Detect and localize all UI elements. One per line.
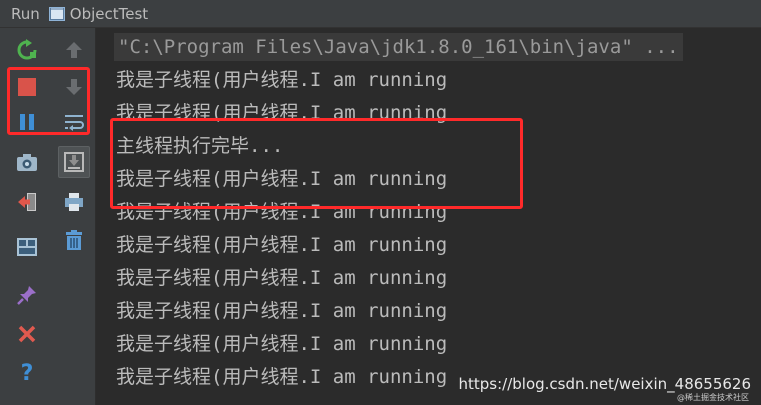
run-tab-objecttest[interactable]: ObjectTest bbox=[70, 5, 148, 23]
help-icon: ? bbox=[21, 361, 34, 384]
console-window-icon bbox=[48, 6, 65, 21]
stop-pause-highlight-box bbox=[7, 67, 90, 135]
up-arrow-icon bbox=[66, 42, 82, 58]
run-tool-window-header: Run ObjectTest bbox=[0, 0, 761, 28]
run-label: Run bbox=[11, 4, 40, 23]
camera-icon bbox=[17, 154, 37, 171]
close-button[interactable] bbox=[13, 320, 41, 348]
layout-icon bbox=[17, 238, 37, 256]
print-button[interactable] bbox=[60, 188, 88, 216]
scroll-to-end-icon bbox=[64, 152, 84, 172]
console-line: 我是子线程(用户线程.I am running bbox=[116, 366, 448, 388]
console-line: 我是子线程(用户线程.I am running bbox=[116, 69, 448, 91]
watermark-url: https://blog.csdn.net/weixin_48655626 bbox=[458, 375, 751, 393]
console-line: 我是子线程(用户线程.I am running bbox=[116, 333, 448, 355]
console-line: 我是子线程(用户线程.I am running bbox=[116, 234, 448, 256]
console-output[interactable]: "C:\Program Files\Java\jdk1.8.0_161\bin\… bbox=[96, 28, 761, 405]
trash-icon bbox=[66, 230, 82, 250]
main-thread-highlight-box bbox=[110, 118, 523, 209]
console-line: 我是子线程(用户线程.I am running bbox=[116, 300, 448, 322]
pin-icon bbox=[17, 286, 36, 305]
command-line: "C:\Program Files\Java\jdk1.8.0_161\bin\… bbox=[114, 33, 683, 61]
scroll-to-end-button[interactable] bbox=[58, 146, 90, 178]
print-icon bbox=[65, 193, 83, 211]
close-icon bbox=[18, 325, 36, 343]
rerun-icon bbox=[17, 39, 37, 60]
rerun-button[interactable] bbox=[13, 36, 41, 64]
restore-layout-button[interactable] bbox=[13, 233, 41, 261]
help-button[interactable]: ? bbox=[13, 358, 41, 386]
pin-tab-button[interactable] bbox=[13, 281, 41, 309]
exit-icon bbox=[18, 193, 36, 211]
svg-text:?: ? bbox=[21, 361, 34, 384]
clear-all-button[interactable] bbox=[60, 226, 88, 254]
previous-occurrence-button[interactable] bbox=[60, 36, 88, 64]
console-line: 我是子线程(用户线程.I am running bbox=[116, 267, 448, 289]
exit-button[interactable] bbox=[13, 188, 41, 216]
watermark-small: @稀土掘金技术社区 bbox=[677, 393, 749, 402]
dump-threads-button[interactable] bbox=[13, 148, 41, 176]
